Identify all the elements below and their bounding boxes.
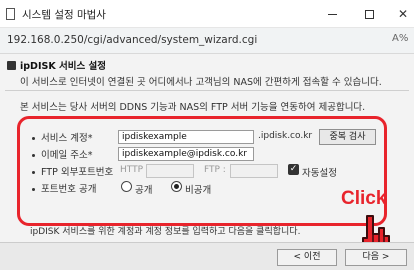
minimize-icon	[327, 14, 337, 15]
port-visibility-label: 포트번호 공개	[41, 184, 97, 195]
radio-private-label: 비공개	[185, 185, 212, 196]
duplicate-check-button[interactable]: 중복 검사	[319, 129, 376, 145]
radio-private[interactable]	[171, 181, 182, 192]
address-bar[interactable]: 192.168.0.250/cgi/advanced/system_wizard…	[0, 28, 414, 54]
radio-public-label: 공개	[135, 185, 153, 196]
radio-public[interactable]	[121, 181, 132, 192]
email-label: 이메일 주소*	[41, 150, 93, 161]
section-icon	[7, 61, 16, 70]
reader-view-icon[interactable]: A%	[392, 33, 408, 44]
auto-setting-label: 자동설정	[302, 168, 337, 179]
bullet	[32, 188, 35, 191]
bullet	[32, 137, 35, 140]
next-button[interactable]: 다음 >	[345, 249, 407, 266]
port-label: FTP 외부포트번호	[41, 167, 114, 178]
wizard-content: ipDISK 서비스 설정 이 서비스로 인터넷이 연결된 곳 어디에서나 고객…	[0, 54, 414, 270]
account-input[interactable]: ipdiskexample	[118, 130, 254, 144]
minimize-button[interactable]	[317, 4, 347, 24]
url-text[interactable]: 192.168.0.250/cgi/advanced/system_wizard…	[7, 34, 257, 46]
divider	[5, 90, 409, 91]
port-visibility-row: 포트번호 공개	[32, 181, 96, 195]
email-row: 이메일 주소*	[32, 147, 92, 161]
click-annotation: Click	[341, 188, 387, 209]
close-icon: ✕	[397, 7, 409, 21]
domain-suffix: .ipdisk.co.kr	[258, 131, 313, 141]
bullet	[32, 154, 35, 157]
section-title: ipDISK 서비스 설정	[20, 61, 106, 72]
window-title: 시스템 설정 마법사	[22, 9, 106, 21]
ftp-label: FTP :	[204, 165, 226, 175]
section-header: ipDISK 서비스 설정	[7, 58, 106, 72]
account-label: 서비스 계정*	[41, 133, 93, 144]
page-icon	[6, 8, 15, 20]
maximize-button[interactable]	[354, 4, 384, 24]
auto-setting-checkbox[interactable]: ✓	[288, 164, 299, 175]
http-port-input[interactable]	[146, 164, 194, 178]
maximize-icon	[364, 10, 374, 19]
http-label: HTTP :	[120, 165, 149, 175]
ftp-port-input[interactable]	[230, 164, 278, 178]
window-titlebar: 시스템 설정 마법사 ✕	[0, 0, 414, 28]
prev-button[interactable]: < 이전	[277, 249, 337, 266]
port-row: FTP 외부포트번호	[32, 164, 113, 178]
section-note: 본 서비스는 당사 서버의 DDNS 기능과 NAS의 FTP 서버 기능을 연…	[20, 102, 366, 113]
close-button[interactable]: ✕	[388, 4, 414, 24]
email-input[interactable]: ipdiskexample@ipdisk.co.kr	[118, 147, 254, 161]
footer-instruction: ipDISK 서비스를 위한 계정과 계정 정보를 입력하고 다음을 클릭합니다…	[30, 227, 301, 237]
bullet	[32, 171, 35, 174]
section-description: 이 서비스로 인터넷이 연결된 곳 어디에서나 고객님의 NAS에 간편하게 접…	[20, 77, 382, 88]
wizard-button-bar: < 이전 다음 >	[0, 242, 414, 270]
account-row: 서비스 계정*	[32, 130, 92, 144]
